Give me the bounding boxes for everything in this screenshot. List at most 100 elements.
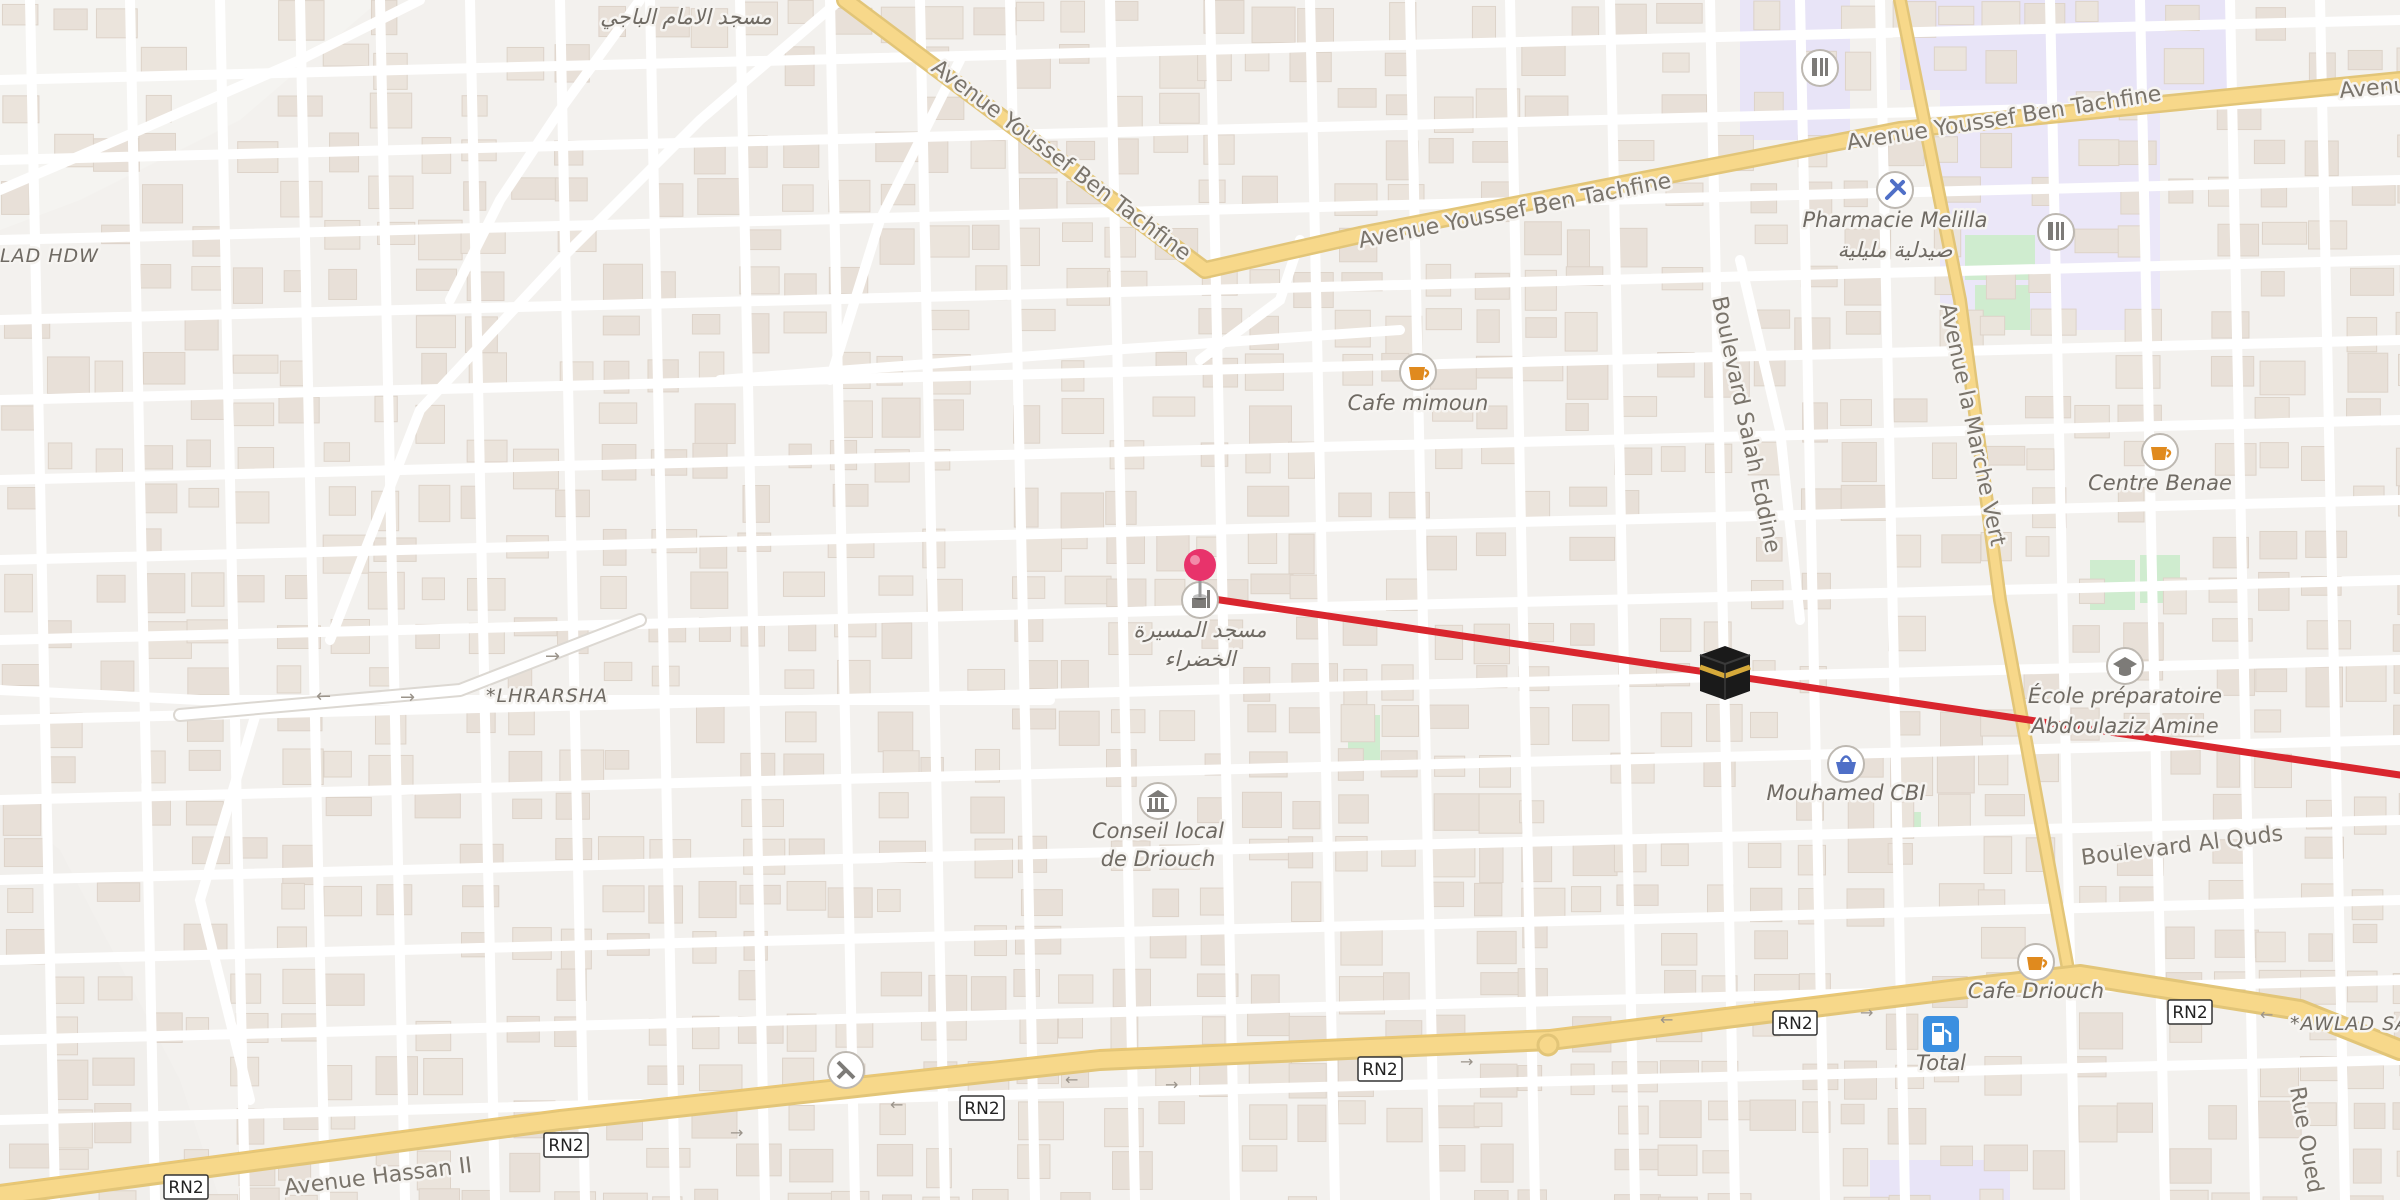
building (1569, 486, 1608, 507)
building (1572, 844, 1618, 877)
coffee-cup-icon[interactable] (2017, 943, 2055, 981)
building (697, 178, 743, 215)
building (2075, 0, 2099, 23)
building (188, 487, 220, 508)
building (2350, 267, 2395, 296)
building (1936, 754, 1975, 794)
building (1474, 882, 1503, 917)
building (2345, 662, 2387, 702)
graduation-cap-icon[interactable] (2106, 647, 2144, 685)
building (602, 315, 640, 336)
building (186, 439, 211, 468)
building (2078, 1012, 2124, 1050)
building (1845, 311, 1881, 335)
building (603, 661, 633, 682)
coffee-cup-icon[interactable] (2141, 433, 2179, 471)
building (929, 309, 970, 331)
building (1754, 224, 1788, 245)
building (2118, 140, 2157, 166)
building (2346, 1064, 2384, 1090)
building (92, 1057, 135, 1086)
building (1201, 1016, 1226, 1045)
building (139, 264, 172, 289)
building (2255, 931, 2286, 963)
building (7, 487, 39, 510)
route-shield-rn2: RN2 (163, 1174, 209, 1200)
store-icon[interactable] (827, 1051, 865, 1089)
building (2352, 923, 2378, 944)
building (1158, 1101, 1185, 1125)
building (367, 571, 405, 610)
building (414, 793, 461, 819)
oneway-arrow: ← (2260, 1005, 2273, 1024)
building (50, 976, 85, 1004)
fuel-pump-icon[interactable] (1923, 1016, 1959, 1052)
building (187, 667, 232, 696)
building (1154, 578, 1186, 610)
building (284, 575, 309, 600)
building (602, 263, 644, 305)
building (1015, 1, 1045, 22)
route-shield-rn2: RN2 (543, 1132, 589, 1158)
kaaba-icon[interactable] (1699, 646, 1751, 700)
building (2216, 750, 2241, 788)
building (9, 1143, 50, 1169)
building (970, 976, 1007, 1011)
poi-label-cafe-driouch: Cafe Driouch (1968, 979, 2104, 1003)
building (323, 750, 352, 778)
building (1566, 359, 1609, 400)
building (1337, 1100, 1366, 1125)
building (1338, 794, 1369, 824)
building (1428, 138, 1454, 164)
building (2072, 625, 2100, 653)
education-icon[interactable] (2037, 213, 2075, 251)
building (185, 800, 224, 826)
education-icon[interactable] (1801, 49, 1839, 87)
building (783, 753, 825, 779)
building (2392, 1102, 2400, 1130)
building (95, 448, 123, 476)
building (1291, 881, 1322, 922)
building (2395, 311, 2400, 337)
building (2074, 404, 2110, 439)
building (1566, 229, 1590, 268)
pharmacy-icon[interactable] (1876, 171, 1914, 209)
oneway-arrow: → (545, 646, 560, 667)
building (784, 669, 815, 689)
building (1938, 793, 1971, 831)
building (276, 926, 307, 949)
government-building-icon[interactable] (1139, 782, 1177, 820)
building (98, 1190, 137, 1200)
building (604, 750, 630, 770)
building (881, 1194, 912, 1200)
building (421, 577, 445, 601)
poi-label-mosque-massira-2: الخضراء (1164, 647, 1237, 672)
route-shield-label: RN2 (1777, 1014, 1812, 1034)
building (879, 228, 915, 265)
building (1524, 221, 1562, 256)
building (1747, 842, 1782, 868)
building (2074, 228, 2120, 254)
building (1844, 1060, 1877, 1100)
building (1249, 405, 1292, 446)
building (7, 888, 34, 913)
shopping-basket-icon[interactable] (1827, 745, 1865, 783)
building (1473, 1102, 1503, 1127)
building (2169, 1148, 2212, 1184)
building (1617, 396, 1658, 417)
poi-label-pharmacie-ar: صيدلية مليلية (1838, 238, 1953, 262)
building (1159, 710, 1196, 742)
poi-label-total: Total (1916, 1051, 1966, 1075)
route-shield-rn2: RN2 (1357, 1056, 1403, 1082)
building (1247, 1012, 1290, 1037)
building (1020, 308, 1056, 332)
building (1381, 705, 1419, 737)
route-shield-rn2: RN2 (2167, 999, 2213, 1025)
building (924, 225, 970, 258)
building (1525, 317, 1557, 338)
map-canvas[interactable]: RN2 RN2 RN2 RN2 RN2 RN2 ← → → → ← ← → → … (0, 0, 2400, 1200)
coffee-cup-icon[interactable] (1399, 353, 1437, 391)
building (1340, 927, 1383, 966)
building (1292, 800, 1321, 830)
building (694, 403, 736, 445)
